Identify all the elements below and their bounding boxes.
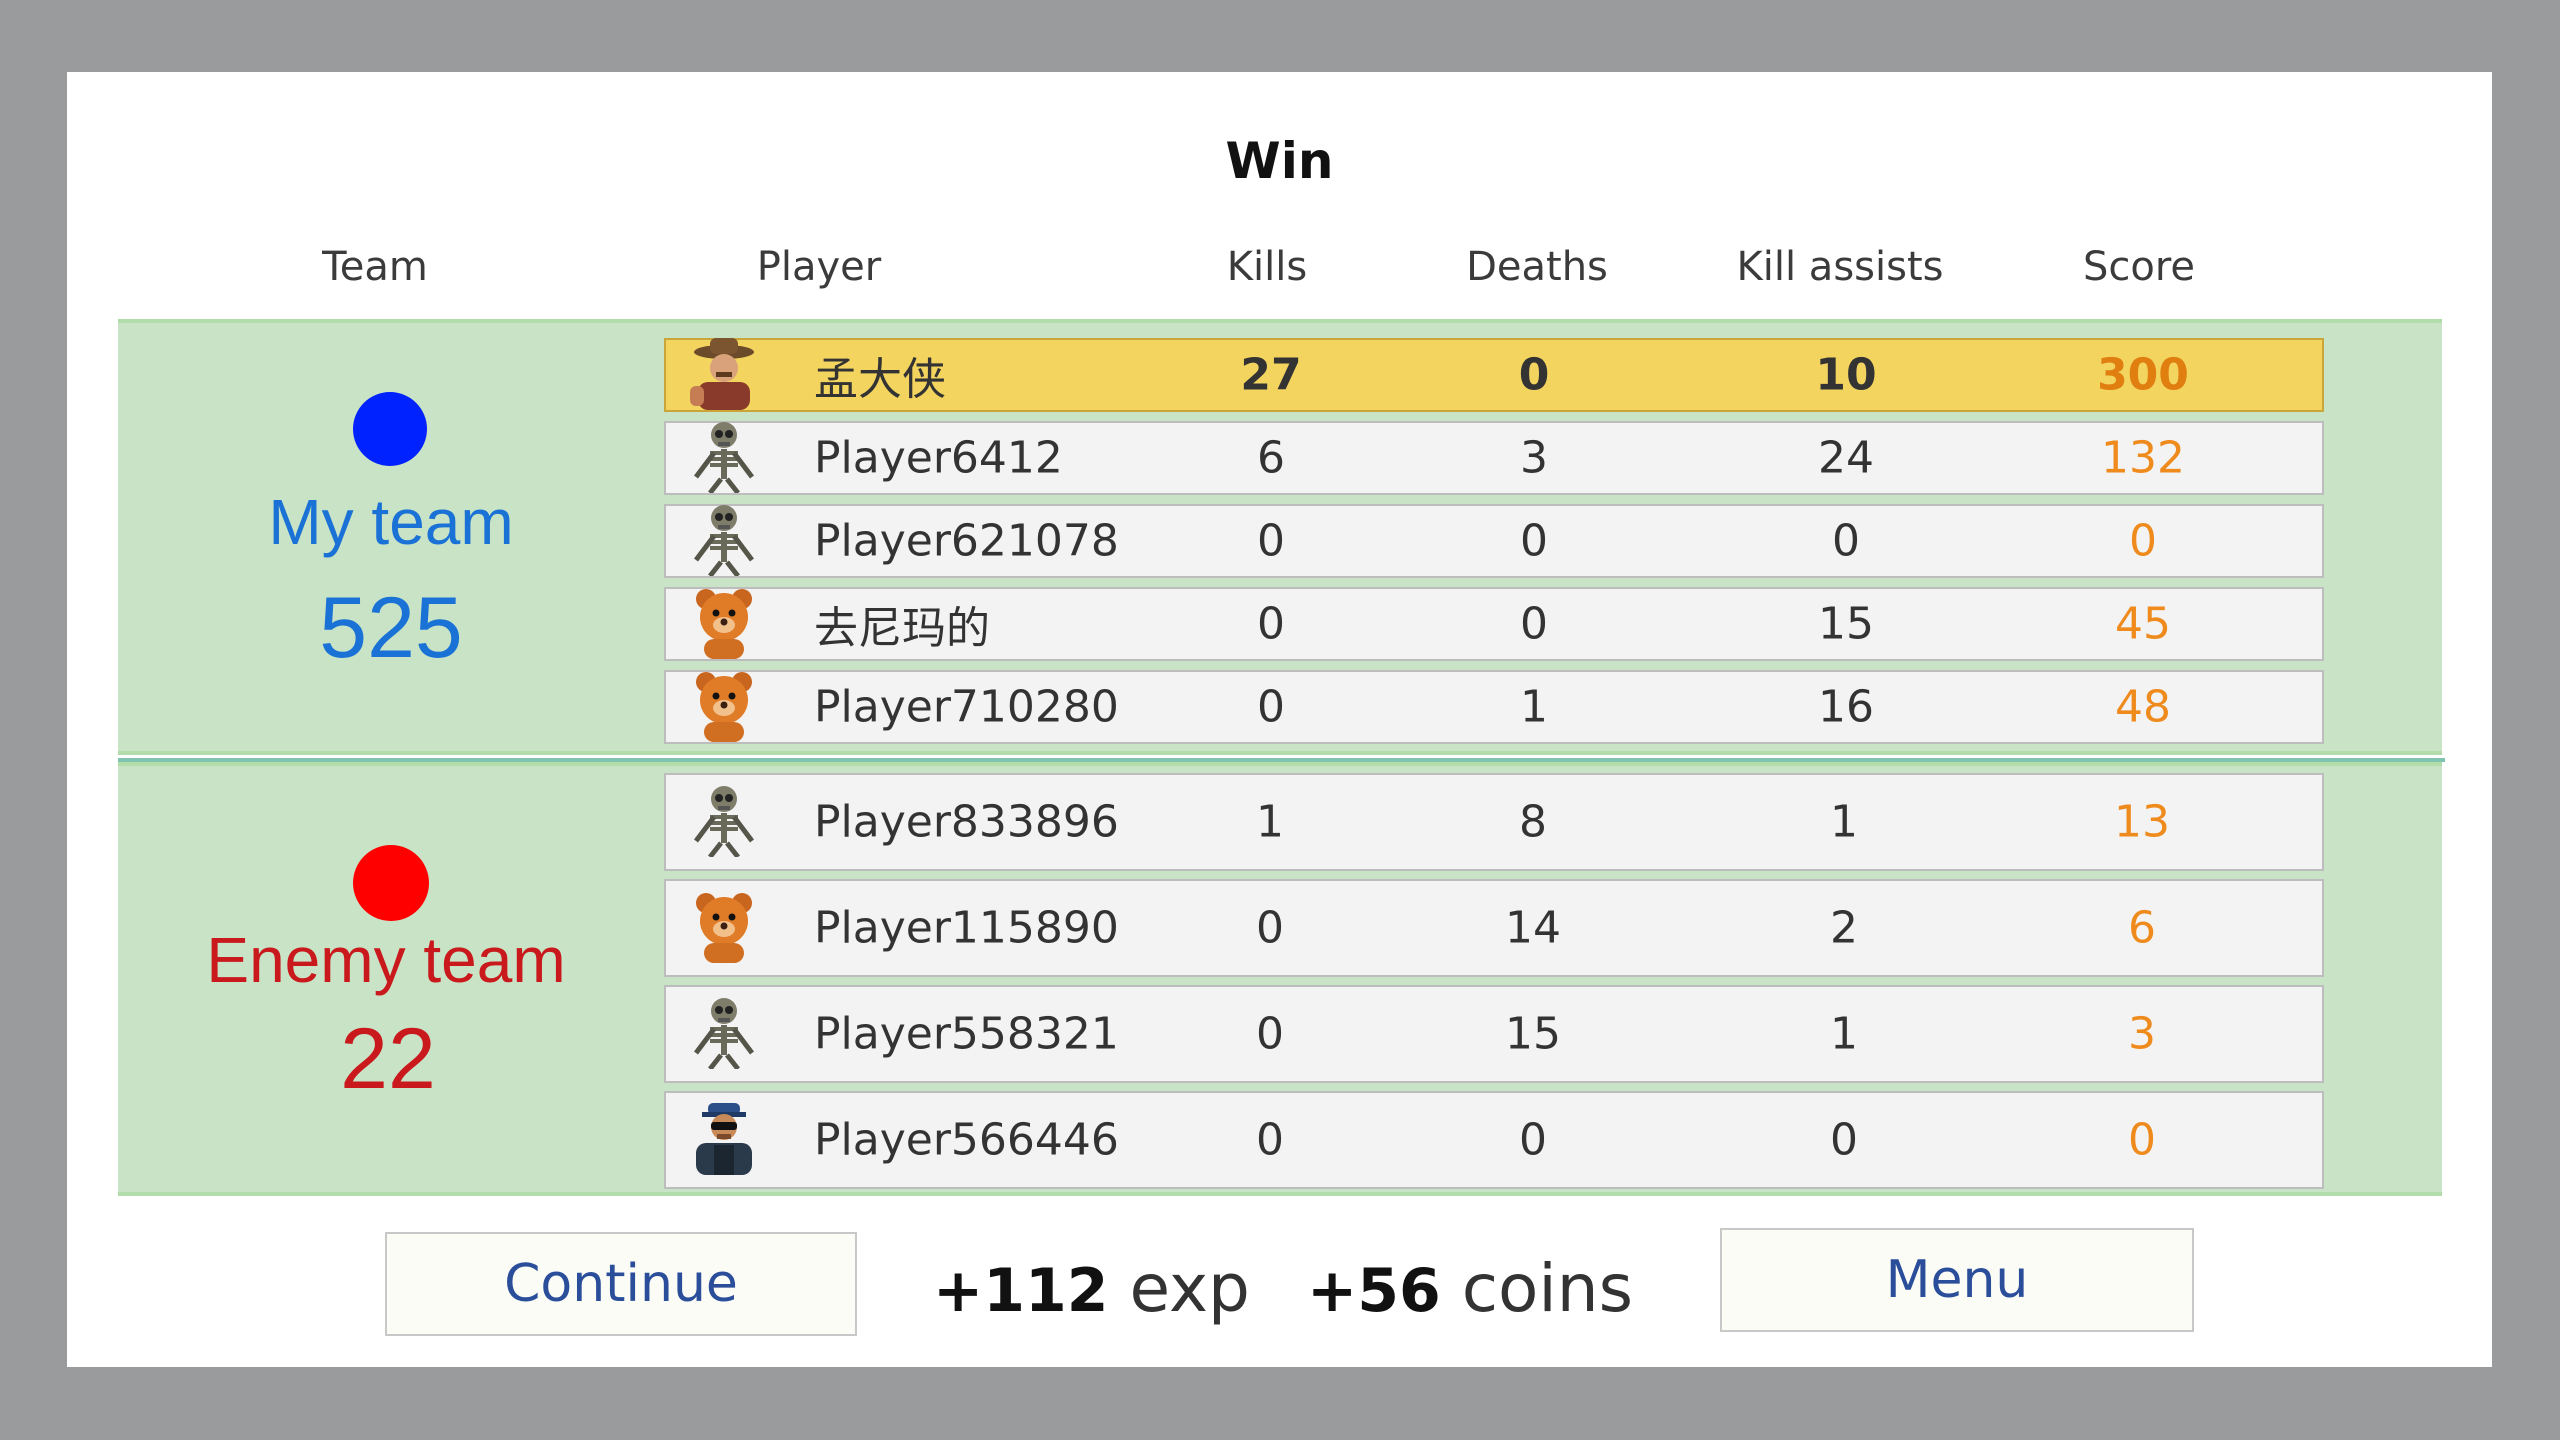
player-deaths: 15 xyxy=(1505,1008,1561,1060)
player-row[interactable]: Player621078 0 0 0 0 xyxy=(664,504,2324,578)
bear-avatar-icon xyxy=(684,668,764,746)
cowboy-avatar-icon xyxy=(684,336,764,414)
enemy-team-name: Enemy team xyxy=(206,924,566,996)
player-row[interactable]: 孟大侠 27 0 10 300 xyxy=(664,338,2324,412)
player-name: Player566446 xyxy=(814,1114,1119,1166)
results-dialog: Win Team Player Kills Deaths Kill assist… xyxy=(67,72,2492,1367)
player-row[interactable]: Player115890 0 14 2 6 xyxy=(664,879,2324,977)
player-name: Player710280 xyxy=(814,681,1119,733)
header-kill-assists: Kill assists xyxy=(1736,244,1944,290)
coins-reward: +56 coins xyxy=(1307,1250,1633,1327)
player-assists: 15 xyxy=(1818,598,1874,650)
player-assists: 10 xyxy=(1815,349,1877,401)
player-row[interactable]: Player558321 0 15 1 3 xyxy=(664,985,2324,1083)
player-score: 132 xyxy=(2101,432,2185,484)
player-assists: 16 xyxy=(1818,681,1874,733)
player-name: Player115890 xyxy=(814,902,1119,954)
player-score: 0 xyxy=(2128,1114,2156,1166)
player-deaths: 1 xyxy=(1520,681,1548,733)
player-assists: 0 xyxy=(1832,515,1860,567)
player-name: 去尼玛的 xyxy=(814,603,990,654)
header-team: Team xyxy=(322,244,428,290)
header-score: Score xyxy=(2082,244,2196,290)
player-row[interactable]: Player6412 6 3 24 132 xyxy=(664,421,2324,495)
result-title: Win xyxy=(1225,132,1334,190)
player-score: 300 xyxy=(2097,349,2189,401)
player-row[interactable]: Player566446 0 0 0 0 xyxy=(664,1091,2324,1189)
skeleton-avatar-icon xyxy=(684,419,764,497)
menu-button[interactable]: Menu xyxy=(1720,1228,2194,1332)
coins-value: +56 xyxy=(1307,1256,1441,1326)
header-kills: Kills xyxy=(1226,244,1308,290)
player-row[interactable]: Player833896 1 8 1 13 xyxy=(664,773,2324,871)
player-kills: 0 xyxy=(1256,1114,1284,1166)
header-deaths: Deaths xyxy=(1466,244,1608,290)
exp-value: +112 xyxy=(933,1256,1109,1326)
player-score: 48 xyxy=(2115,681,2171,733)
player-kills: 27 xyxy=(1240,349,1302,401)
player-assists: 2 xyxy=(1830,902,1858,954)
player-deaths: 14 xyxy=(1505,902,1561,954)
bear-avatar-icon xyxy=(684,889,764,967)
player-assists: 0 xyxy=(1830,1114,1858,1166)
player-kills: 6 xyxy=(1257,432,1285,484)
enemy-team-score: 22 xyxy=(340,1011,436,1107)
player-assists: 1 xyxy=(1830,1008,1858,1060)
player-row[interactable]: 去尼玛的 0 0 15 45 xyxy=(664,587,2324,661)
player-name: 孟大侠 xyxy=(814,354,946,405)
player-deaths: 0 xyxy=(1519,1114,1547,1166)
my-team-color-dot xyxy=(353,392,427,466)
player-assists: 1 xyxy=(1830,796,1858,848)
skeleton-avatar-icon xyxy=(684,502,764,580)
enemy-team-color-dot xyxy=(353,845,429,921)
player-name: Player833896 xyxy=(814,796,1119,848)
coins-label: coins xyxy=(1461,1250,1633,1327)
player-row[interactable]: Player710280 0 1 16 48 xyxy=(664,670,2324,744)
player-deaths: 0 xyxy=(1520,598,1548,650)
exp-reward: +112 exp xyxy=(933,1250,1250,1327)
player-score: 45 xyxy=(2115,598,2171,650)
player-deaths: 3 xyxy=(1520,432,1548,484)
player-score: 3 xyxy=(2128,1008,2156,1060)
soldier-avatar-icon xyxy=(684,1101,764,1179)
player-deaths: 8 xyxy=(1519,796,1547,848)
player-kills: 0 xyxy=(1257,515,1285,567)
player-kills: 0 xyxy=(1257,598,1285,650)
skeleton-avatar-icon xyxy=(684,783,764,861)
skeleton-avatar-icon xyxy=(684,995,764,1073)
continue-button[interactable]: Continue xyxy=(385,1232,857,1336)
player-score: 0 xyxy=(2129,515,2157,567)
my-team-score: 525 xyxy=(319,580,463,676)
player-kills: 0 xyxy=(1257,681,1285,733)
player-deaths: 0 xyxy=(1520,515,1548,567)
header-player: Player xyxy=(756,244,882,290)
player-name: Player621078 xyxy=(814,515,1119,567)
player-assists: 24 xyxy=(1818,432,1874,484)
player-name: Player558321 xyxy=(814,1008,1119,1060)
bear-avatar-icon xyxy=(684,585,764,663)
player-kills: 0 xyxy=(1256,902,1284,954)
player-kills: 1 xyxy=(1256,796,1284,848)
player-deaths: 0 xyxy=(1518,349,1550,401)
player-score: 6 xyxy=(2128,902,2156,954)
player-name: Player6412 xyxy=(814,432,1063,484)
player-score: 13 xyxy=(2114,796,2170,848)
my-team-name: My team xyxy=(268,486,514,558)
player-kills: 0 xyxy=(1256,1008,1284,1060)
exp-label: exp xyxy=(1129,1250,1250,1327)
